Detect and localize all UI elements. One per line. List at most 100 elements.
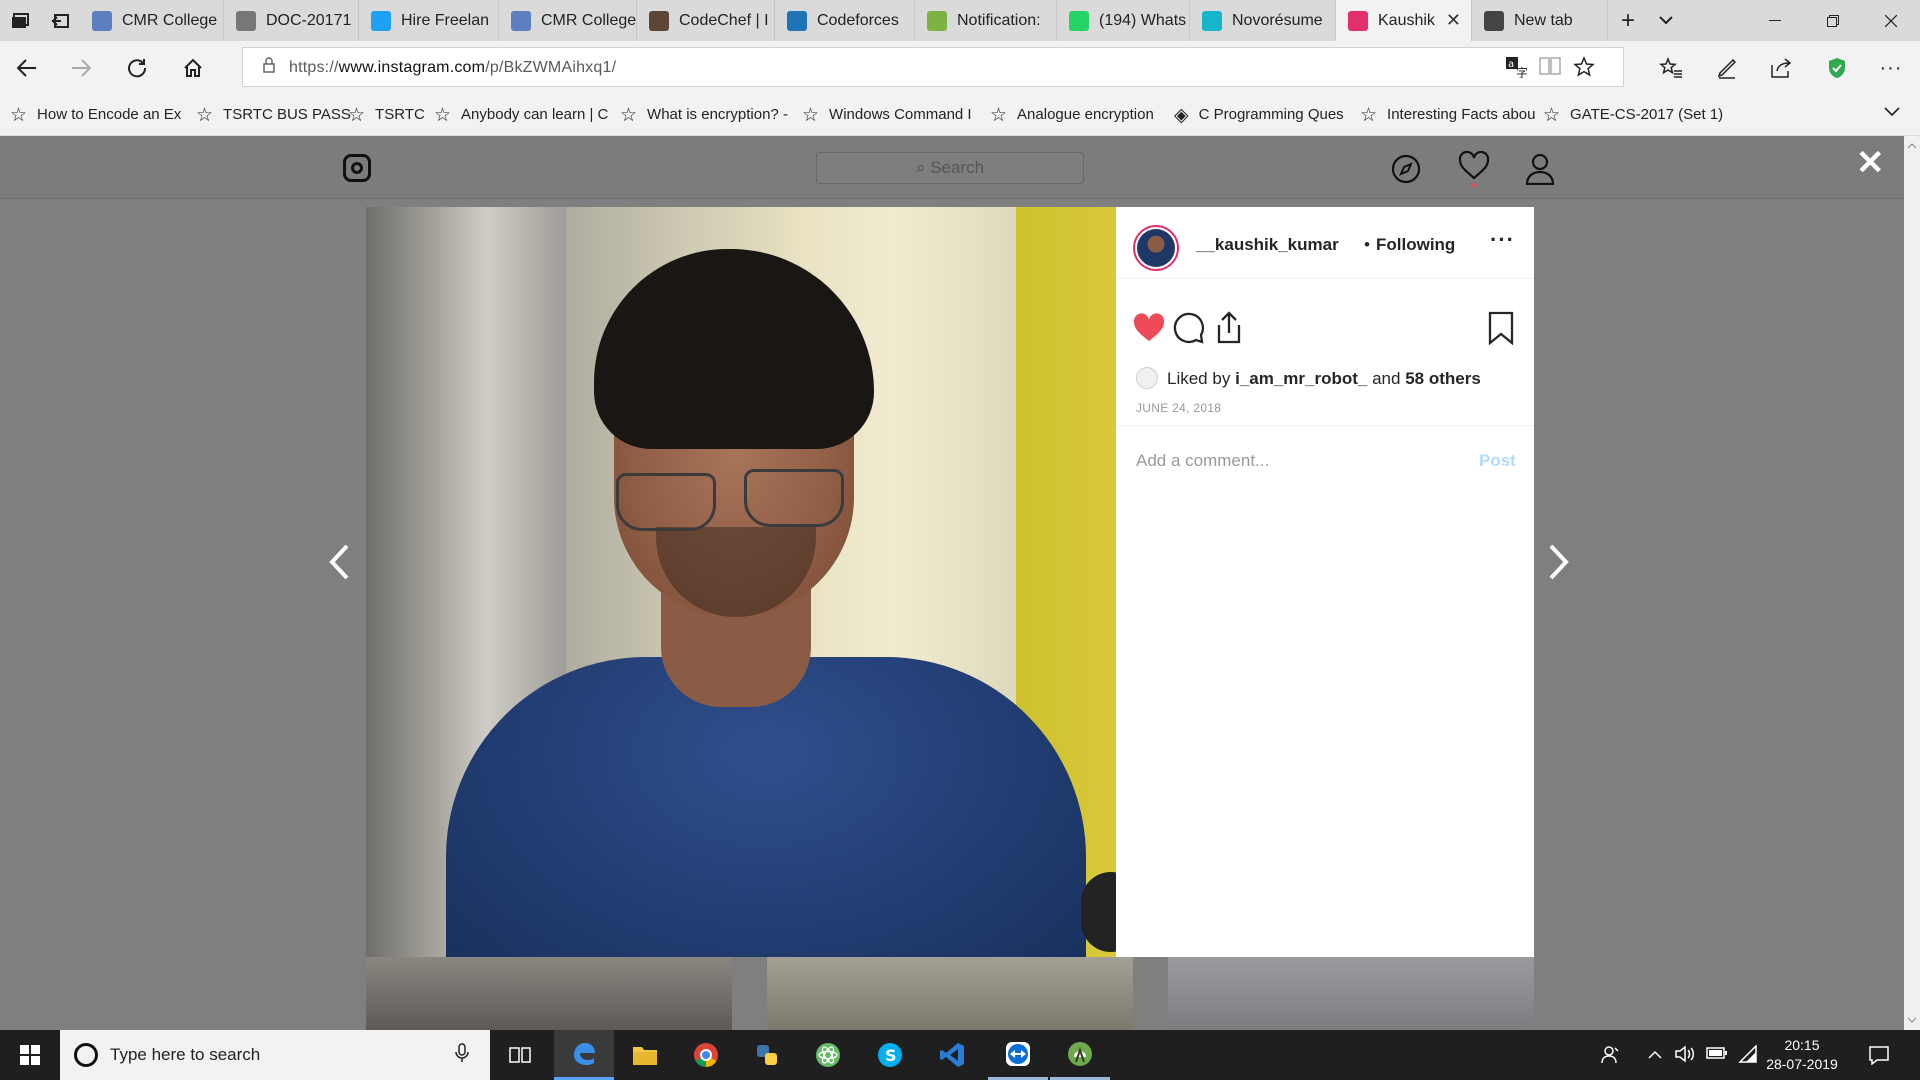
like-heart-icon[interactable] <box>1132 311 1166 345</box>
close-tab-icon[interactable]: ✕ <box>1446 10 1461 31</box>
browser-tab[interactable]: DOC-20171 <box>224 0 359 41</box>
grid-thumbnail[interactable] <box>767 957 1133 1030</box>
show-hidden-icons-chevron-icon[interactable] <box>1648 1045 1662 1065</box>
skype-icon[interactable]: S <box>860 1030 920 1080</box>
browser-tab[interactable]: Codeforces <box>775 0 915 41</box>
set-tabs-aside-icon[interactable] <box>40 0 80 41</box>
browser-tab[interactable]: CMR College <box>80 0 224 41</box>
chevron-down-icon[interactable] <box>1646 0 1686 41</box>
chrome-icon[interactable] <box>676 1030 736 1080</box>
profile-icon[interactable] <box>1523 152 1557 186</box>
favorites-overflow-chevron-icon[interactable] <box>1884 104 1900 121</box>
browser-tab[interactable]: New tab <box>1472 0 1608 41</box>
battery-icon[interactable] <box>1706 1045 1728 1065</box>
browser-tab[interactable]: Novorésume <box>1190 0 1336 41</box>
volume-icon[interactable] <box>1675 1045 1695 1068</box>
divider <box>1116 425 1534 426</box>
people-icon[interactable] <box>1601 1045 1621 1070</box>
web-note-pen-icon[interactable] <box>1712 53 1742 83</box>
favorite-label: What is encryption? - <box>647 106 788 123</box>
favorite-link[interactable]: ☆ GATE-CS-2017 (Set 1) <box>1543 104 1723 127</box>
favorite-link[interactable]: ☆ Analogue encryption <box>990 104 1154 127</box>
liked-and-label: and <box>1372 369 1401 388</box>
liker-username[interactable]: i_am_mr_robot_ <box>1235 369 1367 388</box>
activity-heart-icon[interactable] <box>1457 150 1491 187</box>
post-username[interactable]: __kaushik_kumar <box>1196 235 1339 255</box>
avatar[interactable] <box>1133 225 1179 271</box>
favorite-link[interactable]: ☆ Anybody can learn | C <box>434 104 608 127</box>
favorite-link[interactable]: ☆ Windows Command I <box>802 104 972 127</box>
favorite-star-icon[interactable] <box>1573 56 1595 84</box>
teamviewer-icon[interactable] <box>988 1030 1048 1080</box>
liker-avatar <box>1136 367 1158 389</box>
vscode-icon[interactable] <box>922 1030 982 1080</box>
favorite-link[interactable]: ☆ TSRTC <box>348 104 425 127</box>
microphone-icon[interactable] <box>455 1043 469 1068</box>
favorites-hub-icon[interactable] <box>1656 53 1686 83</box>
minimize-button[interactable] <box>1746 0 1804 41</box>
browser-tab[interactable]: Kaushik ✕ <box>1336 0 1472 41</box>
comment-icon[interactable] <box>1172 311 1206 345</box>
grid-thumbnail[interactable] <box>366 957 732 1030</box>
favorite-link[interactable]: ◈ C Programming Ques <box>1174 104 1344 127</box>
python-icon[interactable] <box>737 1030 797 1080</box>
share-icon[interactable] <box>1766 53 1796 83</box>
browser-tab[interactable]: Notification: <box>915 0 1057 41</box>
action-center-icon[interactable] <box>1868 1045 1890 1070</box>
comment-input[interactable]: Add a comment... <box>1136 451 1269 471</box>
instagram-logo-icon[interactable] <box>343 154 371 182</box>
browser-tab[interactable]: CMR College <box>499 0 637 41</box>
translate-icon[interactable]: a字 <box>1505 56 1528 84</box>
url-scheme: https:// <box>289 59 339 76</box>
favorite-link[interactable]: ☆ TSRTC BUS PASS <box>196 104 351 127</box>
new-tab-button[interactable]: + <box>1608 0 1648 41</box>
close-modal-icon[interactable]: ✕ <box>1856 146 1885 180</box>
refresh-button[interactable] <box>122 53 152 83</box>
shield-extension-icon[interactable] <box>1822 53 1852 83</box>
system-clock[interactable]: 20:15 28-07-2019 <box>1747 1036 1857 1074</box>
edge-icon[interactable] <box>554 1030 614 1080</box>
browser-tab[interactable]: CodeChef | I <box>637 0 775 41</box>
favorite-label: Windows Command I <box>829 106 972 123</box>
liked-others-link[interactable]: 58 others <box>1405 369 1481 388</box>
explore-compass-icon[interactable] <box>1389 152 1423 186</box>
next-post-arrow-icon[interactable] <box>1548 544 1570 588</box>
address-bar[interactable]: https://www.instagram.com/p/BkZWMAihxq1/… <box>242 47 1624 87</box>
windows-start-icon[interactable] <box>0 1030 60 1080</box>
favorite-link[interactable]: ☆ What is encryption? - <box>620 104 788 127</box>
page-scrollbar[interactable] <box>1904 136 1920 1030</box>
previous-post-arrow-icon[interactable] <box>328 544 350 588</box>
url-text[interactable]: https://www.instagram.com/p/BkZWMAihxq1/ <box>289 59 616 77</box>
atom-icon[interactable] <box>798 1030 858 1080</box>
file-explorer-icon[interactable] <box>615 1030 675 1080</box>
taskbar-search-box[interactable]: Type here to search <box>60 1030 490 1080</box>
post-date[interactable]: JUNE 24, 2018 <box>1136 401 1221 415</box>
reading-view-icon[interactable] <box>1539 56 1561 82</box>
grid-thumbnail[interactable] <box>1168 957 1534 1030</box>
home-button[interactable] <box>178 53 208 83</box>
clock-date: 28-07-2019 <box>1766 1056 1838 1072</box>
tab-manager-icon[interactable] <box>0 0 40 41</box>
settings-more-button[interactable]: ··· <box>1876 53 1906 83</box>
task-view-icon[interactable] <box>490 1030 550 1080</box>
close-window-button[interactable] <box>1862 0 1920 41</box>
post-comment-button[interactable]: Post <box>1479 451 1516 471</box>
more-options-icon[interactable]: ··· <box>1490 227 1515 253</box>
browser-tab[interactable]: Hire Freelan <box>359 0 499 41</box>
share-post-icon[interactable] <box>1212 311 1246 345</box>
browser-tab[interactable]: (194) Whats <box>1057 0 1190 41</box>
instagram-page: ⌕ Search ✕ __kaushik_kumar • Following ·… <box>0 136 1904 1030</box>
save-bookmark-icon[interactable] <box>1486 311 1520 346</box>
back-button[interactable] <box>12 53 42 83</box>
likes-summary[interactable]: Liked by i_am_mr_robot_ and 58 others <box>1136 367 1481 389</box>
following-button[interactable]: Following <box>1376 235 1455 255</box>
forward-button[interactable] <box>66 53 96 83</box>
post-details-panel: __kaushik_kumar • Following ··· Liked by… <box>1116 207 1534 957</box>
restore-button[interactable] <box>1804 0 1862 41</box>
favorite-label: TSRTC <box>375 106 425 123</box>
favorite-link[interactable]: ☆ Interesting Facts abou <box>1360 104 1535 127</box>
post-photo[interactable] <box>366 207 1116 957</box>
android-studio-icon[interactable] <box>1050 1030 1110 1080</box>
search-input[interactable]: ⌕ Search <box>816 152 1084 184</box>
favorite-link[interactable]: ☆ How to Encode an Ex <box>10 104 181 127</box>
